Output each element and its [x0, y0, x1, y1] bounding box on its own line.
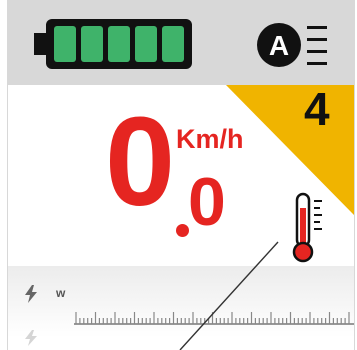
- bolt-icon: [25, 285, 37, 303]
- secondary-bolt-icon: [25, 330, 37, 346]
- display-screen: A 4 0 0 Km/h w: [7, 0, 355, 350]
- power-unit: w: [56, 286, 66, 300]
- speed-integer: 0: [105, 91, 175, 232]
- power-scale: [74, 312, 354, 325]
- thermometer-icon: [292, 192, 322, 263]
- speed-unit: Km/h: [176, 124, 244, 154]
- gear-number: 4: [304, 83, 330, 135]
- speed-decimal: 0: [188, 164, 226, 240]
